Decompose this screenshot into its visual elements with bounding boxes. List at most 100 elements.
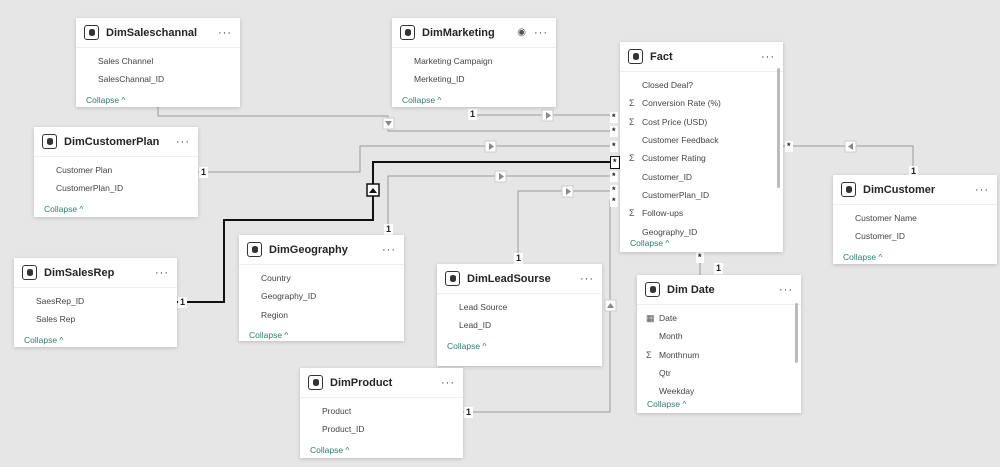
field-item[interactable]: Product_ID — [300, 420, 463, 438]
more-options-button[interactable]: ··· — [975, 184, 989, 196]
more-options-button[interactable]: ··· — [441, 377, 455, 389]
field-item[interactable]: SalesChannal_ID — [76, 70, 240, 88]
field-label: Customer Feedback — [642, 135, 719, 146]
more-options-button[interactable]: ··· — [155, 267, 169, 279]
cardinality-many: * — [610, 112, 618, 123]
hidden-eye-icon[interactable]: ◉ — [517, 27, 526, 38]
field-item[interactable]: Σ Follow-ups — [620, 204, 783, 222]
more-options-button[interactable]: ··· — [218, 27, 232, 39]
collapse-button[interactable]: Collapse ^ — [637, 399, 686, 409]
table-header[interactable]: Fact ··· — [620, 42, 783, 72]
field-item[interactable]: ▦ Date — [637, 309, 801, 327]
cardinality-one: 1 — [468, 109, 478, 120]
field-item[interactable]: Lead_ID — [437, 316, 602, 334]
cardinality-many: * — [610, 185, 618, 196]
table-card-fact[interactable]: Fact ··· Closed Deal? Σ Conversion Rate (%) Σ… — [620, 42, 783, 252]
table-title: DimCustomer — [863, 183, 936, 196]
field-label: Geography_ID — [261, 291, 317, 302]
table-icon — [308, 375, 323, 390]
collapse-button[interactable]: Collapse ^ — [76, 89, 240, 105]
field-label: Sales Rep — [36, 314, 76, 325]
field-label: Customer Name — [855, 213, 917, 224]
table-header[interactable]: DimSalesRep ··· — [14, 258, 177, 288]
rel-customerplan — [198, 145, 615, 173]
collapse-button[interactable]: Collapse ^ — [833, 246, 997, 262]
field-item[interactable]: Customer Plan — [34, 161, 198, 179]
table-header[interactable]: DimProduct ··· — [300, 368, 463, 398]
cardinality-one: 1 — [178, 297, 188, 308]
field-item[interactable]: Σ Monthnum — [637, 346, 801, 364]
table-card-customerplan[interactable]: DimCustomerPlan ··· Customer Plan CustomerP… — [34, 127, 198, 217]
field-label: Product_ID — [322, 424, 365, 435]
table-card-leadsource[interactable]: DimLeadSourse ··· Lead Source Lead_ID Collap… — [437, 264, 602, 366]
field-item[interactable]: Σ Conversion Rate (%) — [620, 94, 783, 112]
more-options-button[interactable]: ··· — [176, 136, 190, 148]
table-icon — [84, 25, 99, 40]
field-item[interactable]: Lead Source — [437, 298, 602, 316]
more-options-button[interactable]: ··· — [761, 51, 775, 63]
more-options-button[interactable]: ··· — [534, 27, 548, 39]
field-item[interactable]: Sales Rep — [14, 310, 177, 328]
field-item[interactable]: Weekday — [637, 382, 801, 400]
table-header[interactable]: Dim Date ··· — [637, 275, 801, 305]
field-item[interactable]: Customer_ID — [620, 167, 783, 185]
table-header[interactable]: DimMarketing ◉ ··· — [392, 18, 556, 48]
table-card-salesrep[interactable]: DimSalesRep ··· SaesRep_ID Sales Rep Collaps… — [14, 258, 177, 347]
table-header[interactable]: DimSaleschannal ··· — [76, 18, 240, 48]
field-item[interactable]: SaesRep_ID — [14, 292, 177, 310]
scrollbar[interactable] — [777, 68, 780, 188]
table-icon — [400, 25, 415, 40]
field-item[interactable]: Product — [300, 402, 463, 420]
table-card-marketing[interactable]: DimMarketing ◉ ··· Marketing Campaign Merket… — [392, 18, 556, 107]
scrollbar[interactable] — [795, 303, 798, 363]
field-item[interactable]: Country — [239, 269, 404, 287]
cardinality-many: * — [610, 156, 620, 169]
sum-icon: Σ — [629, 116, 635, 127]
field-item[interactable]: Geography_ID — [239, 287, 404, 305]
table-header[interactable]: DimLeadSourse ··· — [437, 264, 602, 294]
table-card-customer[interactable]: DimCustomer ··· Customer Name Customer_ID Co… — [833, 175, 997, 264]
table-icon — [841, 182, 856, 197]
field-item[interactable]: Σ Cost Price (USD) — [620, 113, 783, 131]
more-options-button[interactable]: ··· — [779, 284, 793, 296]
field-label: Customer_ID — [855, 231, 906, 242]
field-item[interactable]: Month — [637, 327, 801, 345]
field-item[interactable]: Customer_ID — [833, 227, 997, 245]
field-item[interactable]: Qtr — [637, 364, 801, 382]
collapse-button[interactable]: Collapse ^ — [392, 89, 556, 105]
field-label: SalesChannal_ID — [98, 74, 165, 85]
collapse-button[interactable]: Collapse ^ — [300, 439, 463, 455]
rel-leadsource — [517, 190, 615, 264]
field-item[interactable]: Σ Customer Rating — [620, 149, 783, 167]
collapse-button[interactable]: Collapse ^ — [34, 198, 198, 214]
collapse-button[interactable]: Collapse ^ — [239, 324, 404, 340]
table-card-product[interactable]: DimProduct ··· Product Product_ID Collapse ^ — [300, 368, 463, 458]
table-header[interactable]: DimCustomer ··· — [833, 175, 997, 205]
cardinality-one: 1 — [464, 407, 474, 418]
collapse-button[interactable]: Collapse ^ — [437, 335, 602, 351]
field-list: Customer Plan CustomerPlan_ID — [34, 157, 198, 198]
field-item[interactable]: Marketing Campaign — [392, 52, 556, 70]
cardinality-one: 1 — [384, 224, 394, 235]
table-card-saleschannel[interactable]: DimSaleschannal ··· Sales Channel SalesChan… — [76, 18, 240, 107]
table-card-date[interactable]: Dim Date ··· ▦ Date Month Σ Monthnum Qtr Weekday… — [637, 275, 801, 413]
more-options-button[interactable]: ··· — [580, 273, 594, 285]
collapse-button[interactable]: Collapse ^ — [620, 238, 669, 248]
table-header[interactable]: DimCustomerPlan ··· — [34, 127, 198, 157]
field-item[interactable]: Customer Name — [833, 209, 997, 227]
more-options-button[interactable]: ··· — [382, 244, 396, 256]
sum-icon: Σ — [629, 153, 635, 164]
field-item[interactable]: Sales Channel — [76, 52, 240, 70]
field-item[interactable]: Region — [239, 306, 404, 324]
collapse-button[interactable]: Collapse ^ — [14, 329, 177, 345]
field-label: Month — [659, 331, 683, 342]
field-item[interactable]: CustomerPlan_ID — [620, 186, 783, 204]
table-header[interactable]: DimGeography ··· — [239, 235, 404, 265]
field-item[interactable]: Closed Deal? — [620, 76, 783, 94]
table-card-geography[interactable]: DimGeography ··· Country Geography_ID Region… — [239, 235, 404, 341]
field-item[interactable]: Customer Feedback — [620, 131, 783, 149]
field-item[interactable]: CustomerPlan_ID — [34, 179, 198, 197]
field-item[interactable]: Merketing_ID — [392, 70, 556, 88]
cardinality-many: * — [610, 196, 618, 207]
table-title: DimCustomerPlan — [64, 135, 160, 148]
